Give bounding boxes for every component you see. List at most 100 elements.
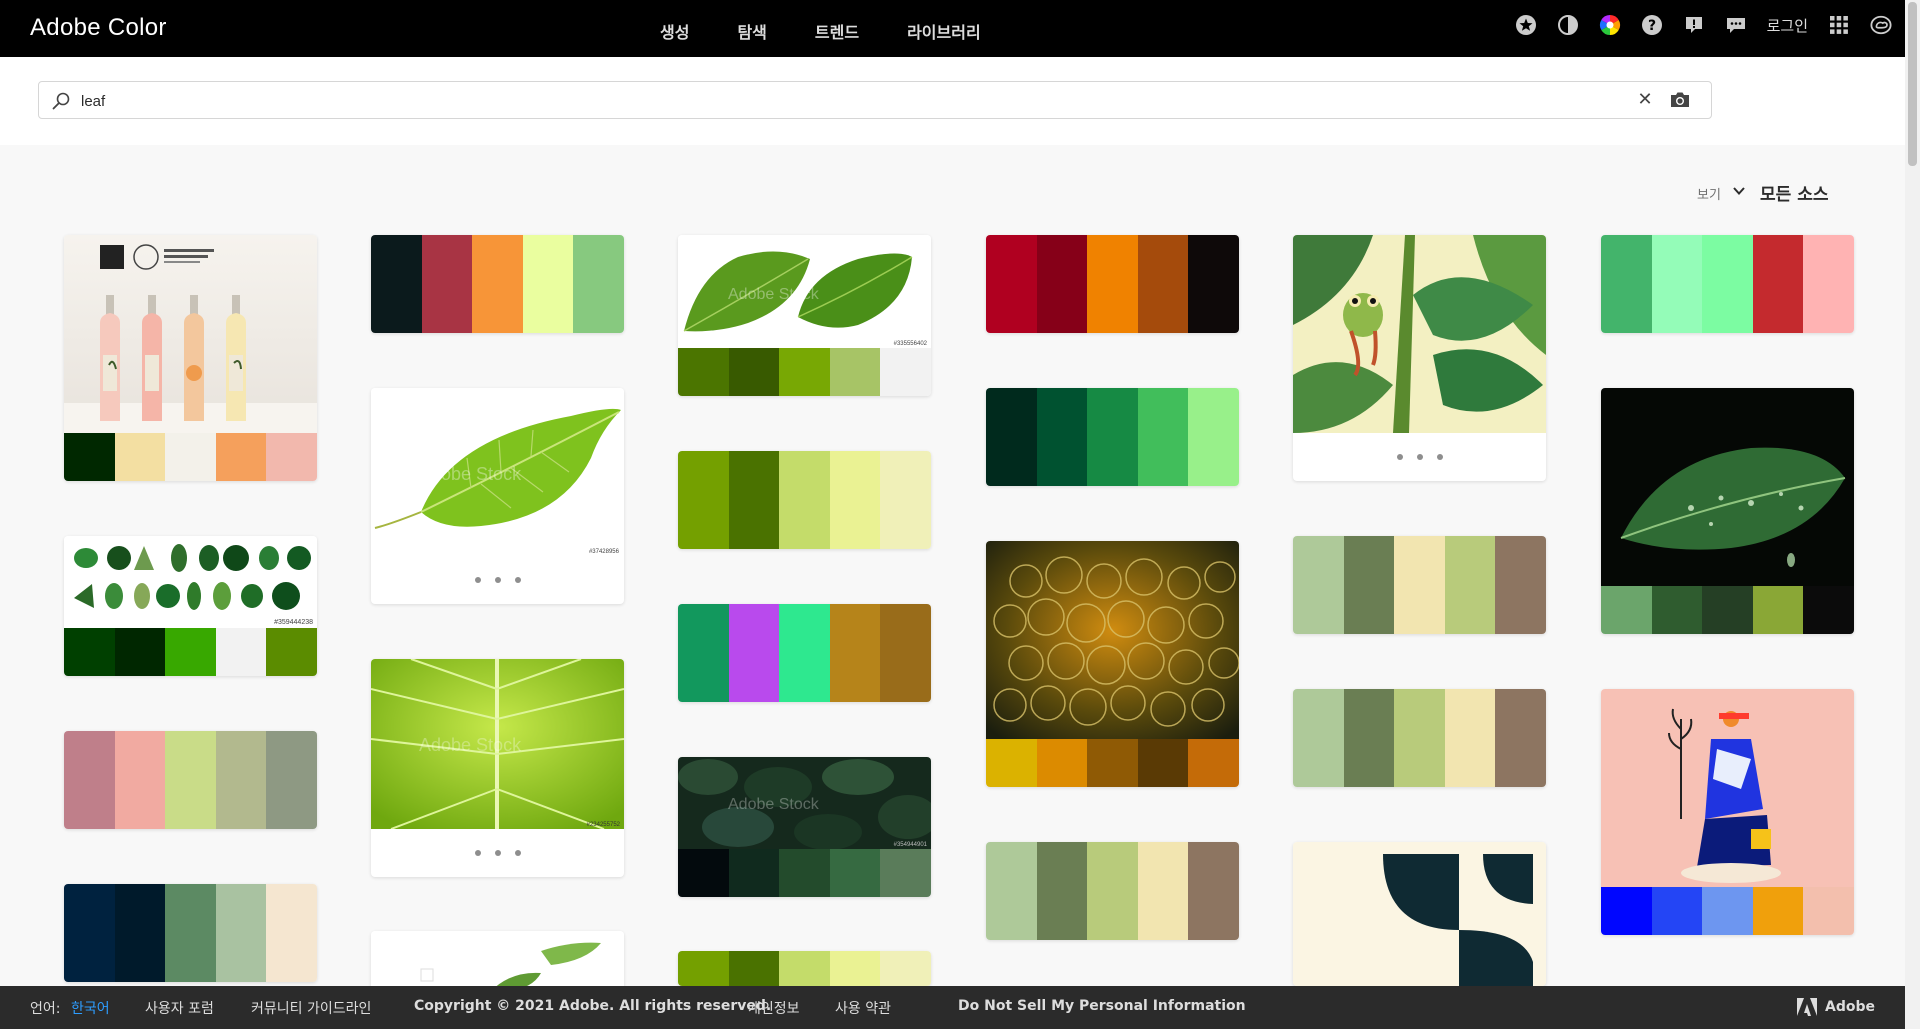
more-options-button[interactable] xyxy=(371,829,624,877)
image-card[interactable]: Adobe Stock #234255752 xyxy=(371,659,624,877)
swatch xyxy=(1188,235,1239,333)
palette-card[interactable] xyxy=(678,451,931,549)
swatch xyxy=(880,604,931,702)
swatch xyxy=(779,849,830,897)
palette-card[interactable]: Adobe Stock #335556402 xyxy=(678,235,931,396)
palette-card[interactable]: Adobe Stock #354944901 xyxy=(678,757,931,897)
color-swatches xyxy=(986,842,1239,940)
swatch xyxy=(829,849,881,897)
camera-icon[interactable] xyxy=(1669,90,1691,110)
palette-card[interactable] xyxy=(64,884,317,982)
language-selector[interactable]: 한국어 xyxy=(71,998,110,1018)
green-leaf-image: Adobe Stock #37428956 xyxy=(371,388,624,556)
language-label: 언어: xyxy=(30,1001,61,1017)
image-card[interactable] xyxy=(1293,235,1546,481)
image-card[interactable] xyxy=(1293,842,1546,986)
swatch xyxy=(573,235,624,333)
swatch xyxy=(1803,887,1854,935)
stock-id: #335556402 xyxy=(894,341,928,347)
swatch xyxy=(371,235,422,333)
creative-cloud-icon[interactable] xyxy=(1870,14,1892,36)
clear-search-button[interactable]: ✕ xyxy=(1635,90,1655,110)
search-input[interactable] xyxy=(81,88,1621,114)
palette-card[interactable] xyxy=(678,604,931,702)
more-options-button[interactable] xyxy=(371,556,624,604)
color-swatches xyxy=(986,388,1239,486)
svg-text:Adobe Stock: Adobe Stock xyxy=(728,286,820,303)
palette-card[interactable] xyxy=(371,235,624,333)
app-logo[interactable]: Adobe Color xyxy=(30,14,167,42)
color-swatches xyxy=(371,235,624,333)
swatch xyxy=(64,731,115,829)
palette-card[interactable] xyxy=(1293,536,1546,634)
palette-card[interactable] xyxy=(1601,235,1854,333)
swatch xyxy=(880,849,931,897)
swatch xyxy=(880,451,931,549)
footer-link-guidelines[interactable]: 커뮤니티 가이드라인 xyxy=(251,998,371,1018)
palette-card[interactable] xyxy=(64,235,317,481)
source-filter-dropdown[interactable]: 모든 소스 xyxy=(1760,180,1828,205)
swatch xyxy=(266,731,317,829)
swatch xyxy=(986,235,1037,333)
star-icon[interactable] xyxy=(1515,14,1537,36)
copyright-text: Copyright © 2021 Adobe. All rights reser… xyxy=(414,998,772,1014)
login-link[interactable]: 로그인 xyxy=(1767,15,1808,36)
help-icon[interactable]: ? xyxy=(1641,14,1663,36)
page-scrollbar[interactable] xyxy=(1905,0,1920,1029)
alert-icon[interactable] xyxy=(1683,14,1705,36)
swatch xyxy=(1651,235,1703,333)
footer-link-do-not-sell[interactable]: Do Not Sell My Personal Information xyxy=(958,998,1246,1014)
palette-card[interactable] xyxy=(64,731,317,829)
swatch xyxy=(1087,235,1138,333)
palette-card[interactable] xyxy=(986,842,1239,940)
swatch xyxy=(1036,235,1088,333)
swatch xyxy=(215,628,267,676)
palette-card[interactable] xyxy=(986,388,1239,486)
palette-card[interactable] xyxy=(986,541,1239,787)
footer-link-privacy[interactable]: 개인정보 xyxy=(748,998,800,1018)
palette-card[interactable] xyxy=(1601,689,1854,935)
dark-foliage-image: Adobe Stock #354944901 xyxy=(678,757,931,849)
image-card[interactable] xyxy=(371,931,624,991)
palette-card[interactable]: #359444238 xyxy=(64,536,317,676)
image-card[interactable]: Adobe Stock #37428956 xyxy=(371,388,624,604)
swatch xyxy=(1293,536,1344,634)
bottles-image xyxy=(64,235,317,433)
swatch xyxy=(1601,235,1652,333)
chevron-down-icon[interactable] xyxy=(1731,183,1747,199)
palette-card[interactable] xyxy=(678,951,931,986)
swatch xyxy=(421,235,473,333)
apps-grid-icon[interactable] xyxy=(1828,14,1850,36)
palette-card[interactable] xyxy=(1601,388,1854,634)
abstract-shapes-image xyxy=(1293,842,1546,986)
swatch xyxy=(728,451,780,549)
scrollbar-thumb[interactable] xyxy=(1908,2,1917,166)
swatch xyxy=(728,951,780,986)
swatch xyxy=(779,604,830,702)
swatch xyxy=(1752,235,1804,333)
swatch xyxy=(114,731,166,829)
feedback-icon[interactable] xyxy=(1725,14,1747,36)
palette-card[interactable] xyxy=(1293,689,1546,787)
swatch xyxy=(114,884,166,982)
swatch xyxy=(1651,586,1703,634)
palette-card[interactable] xyxy=(986,235,1239,333)
stock-id: #354944901 xyxy=(894,842,928,848)
color-swatches xyxy=(1601,586,1854,634)
contrast-icon[interactable] xyxy=(1557,14,1579,36)
stock-id: #234255752 xyxy=(587,822,621,828)
nav-libraries[interactable]: 라이브러리 xyxy=(907,19,981,43)
nav-explore[interactable]: 탐색 xyxy=(737,19,766,43)
nav-create[interactable]: 생성 xyxy=(660,19,689,43)
swatch xyxy=(1036,388,1088,486)
nav-trends[interactable]: 트렌드 xyxy=(815,19,859,43)
footer-link-forum[interactable]: 사용자 포럼 xyxy=(145,998,214,1018)
footer-link-terms[interactable]: 사용 약관 xyxy=(835,998,891,1018)
swatch xyxy=(1803,235,1854,333)
more-options-button[interactable] xyxy=(1293,433,1546,481)
swatch xyxy=(266,884,317,982)
adobe-footer-logo[interactable]: Adobe xyxy=(1797,998,1875,1016)
swatch xyxy=(1444,536,1496,634)
color-wheel-icon[interactable] xyxy=(1599,14,1621,36)
svg-text:Adobe Stock: Adobe Stock xyxy=(728,796,820,813)
